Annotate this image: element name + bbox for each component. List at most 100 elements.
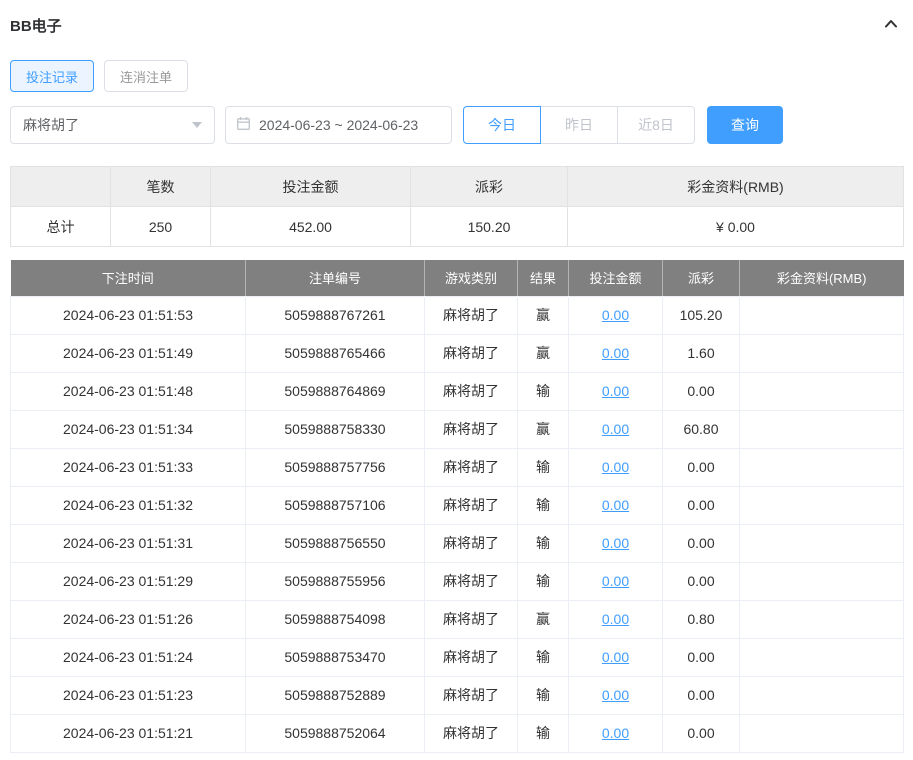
- table-row: 2024-06-23 01:51:34 5059888758330 麻将胡了 赢…: [10, 409, 904, 449]
- table-row: 2024-06-23 01:51:29 5059888755956 麻将胡了 输…: [10, 561, 904, 601]
- bet-table: 下注时间 注单编号 游戏类别 结果 投注金额 派彩 彩金资料(RMB) 2024…: [10, 260, 904, 753]
- game-type-cell: 麻将胡了: [424, 485, 518, 525]
- payout-cell: 0.00: [662, 447, 740, 487]
- summary-header-count: 笔数: [110, 166, 211, 207]
- bet-time-cell: 2024-06-23 01:51:31: [10, 523, 246, 563]
- bet-table-body: 2024-06-23 01:51:53 5059888767261 麻将胡了 赢…: [10, 295, 904, 753]
- bet-amount-link[interactable]: 0.00: [602, 649, 629, 665]
- result-cell: 输: [517, 371, 569, 411]
- payout-cell: 0.00: [662, 371, 740, 411]
- payout-cell: 105.20: [662, 295, 740, 335]
- bet-time-cell: 2024-06-23 01:51:34: [10, 409, 246, 449]
- panel-title: BB电子: [10, 17, 62, 35]
- header-order-number: 注单编号: [245, 260, 425, 296]
- yesterday-button[interactable]: 昨日: [540, 106, 618, 144]
- table-row: 2024-06-23 01:51:48 5059888764869 麻将胡了 输…: [10, 371, 904, 411]
- bet-amount-link[interactable]: 0.00: [602, 345, 629, 361]
- game-select[interactable]: 麻将胡了: [10, 106, 215, 144]
- game-type-cell: 麻将胡了: [424, 599, 518, 639]
- result-cell: 输: [517, 523, 569, 563]
- game-type-cell: 麻将胡了: [424, 333, 518, 373]
- order-number-cell: 5059888752889: [245, 675, 425, 715]
- result-cell: 输: [517, 675, 569, 715]
- summary-header-row: 笔数 投注金额 派彩 彩金资料(RMB): [10, 166, 904, 207]
- order-number-cell: 5059888758330: [245, 409, 425, 449]
- game-type-cell: 麻将胡了: [424, 409, 518, 449]
- table-row: 2024-06-23 01:51:31 5059888756550 麻将胡了 输…: [10, 523, 904, 563]
- header-bonus: 彩金资料(RMB): [739, 260, 904, 296]
- bet-amount-link[interactable]: 0.00: [602, 307, 629, 323]
- bet-amount-link[interactable]: 0.00: [602, 687, 629, 703]
- summary-header-bet: 投注金额: [210, 166, 411, 207]
- header-game-type: 游戏类别: [424, 260, 518, 296]
- result-cell: 赢: [517, 599, 569, 639]
- game-select-value: 麻将胡了: [23, 117, 79, 133]
- last-8-days-button[interactable]: 近8日: [617, 106, 695, 144]
- summary-count-value: 250: [110, 206, 211, 247]
- payout-cell: 0.00: [662, 675, 740, 715]
- bet-amount-link[interactable]: 0.00: [602, 421, 629, 437]
- bet-amount-cell: 0.00: [568, 523, 663, 563]
- game-type-cell: 麻将胡了: [424, 561, 518, 601]
- bet-amount-link[interactable]: 0.00: [602, 497, 629, 513]
- bet-amount-cell: 0.00: [568, 485, 663, 525]
- chevron-down-icon: [192, 122, 202, 128]
- game-type-cell: 麻将胡了: [424, 713, 518, 753]
- bet-table-header-row: 下注时间 注单编号 游戏类别 结果 投注金额 派彩 彩金资料(RMB): [10, 260, 904, 296]
- payout-cell: 0.80: [662, 599, 740, 639]
- order-number-cell: 5059888756550: [245, 523, 425, 563]
- game-type-cell: 麻将胡了: [424, 675, 518, 715]
- bet-records-panel: BB电子 投注记录 连消注单 麻将胡了 2024-06-23 ~ 2024-06…: [0, 0, 913, 753]
- bet-amount-link[interactable]: 0.00: [602, 383, 629, 399]
- header-payout: 派彩: [662, 260, 740, 296]
- bet-amount-link[interactable]: 0.00: [602, 535, 629, 551]
- panel-header: BB电子: [10, 0, 903, 50]
- bet-amount-cell: 0.00: [568, 599, 663, 639]
- summary-total-label: 总计: [10, 206, 111, 247]
- quick-date-group: 今日 昨日 近8日: [463, 106, 695, 144]
- tab-linked-orders[interactable]: 连消注单: [104, 60, 189, 92]
- bonus-cell: [739, 409, 904, 449]
- date-range-picker[interactable]: 2024-06-23 ~ 2024-06-23: [225, 106, 452, 144]
- calendar-icon: [236, 116, 251, 134]
- bonus-cell: [739, 599, 904, 639]
- header-result: 结果: [517, 260, 569, 296]
- bonus-cell: [739, 675, 904, 715]
- summary-total-row: 总计 250 452.00 150.20 ¥ 0.00: [10, 206, 904, 247]
- bet-amount-cell: 0.00: [568, 675, 663, 715]
- result-cell: 输: [517, 485, 569, 525]
- search-button[interactable]: 查询: [707, 106, 783, 144]
- result-cell: 赢: [517, 333, 569, 373]
- bet-time-cell: 2024-06-23 01:51:48: [10, 371, 246, 411]
- today-button[interactable]: 今日: [463, 106, 541, 144]
- order-number-cell: 5059888767261: [245, 295, 425, 335]
- table-row: 2024-06-23 01:51:23 5059888752889 麻将胡了 输…: [10, 675, 904, 715]
- table-row: 2024-06-23 01:51:53 5059888767261 麻将胡了 赢…: [10, 295, 904, 335]
- bet-time-cell: 2024-06-23 01:51:26: [10, 599, 246, 639]
- collapse-button[interactable]: [879, 13, 903, 37]
- filter-row: 麻将胡了 2024-06-23 ~ 2024-06-23 今日 昨日 近8日 查…: [10, 106, 903, 144]
- tab-bet-records[interactable]: 投注记录: [10, 60, 95, 92]
- date-range-value: 2024-06-23 ~ 2024-06-23: [259, 117, 419, 133]
- result-cell: 输: [517, 447, 569, 487]
- bonus-cell: [739, 523, 904, 563]
- order-number-cell: 5059888752064: [245, 713, 425, 753]
- bet-amount-link[interactable]: 0.00: [602, 725, 629, 741]
- header-bet-time: 下注时间: [10, 260, 246, 296]
- game-type-cell: 麻将胡了: [424, 447, 518, 487]
- bet-amount-cell: 0.00: [568, 637, 663, 677]
- summary-header-payout: 派彩: [410, 166, 568, 207]
- table-row: 2024-06-23 01:51:26 5059888754098 麻将胡了 赢…: [10, 599, 904, 639]
- game-type-cell: 麻将胡了: [424, 295, 518, 335]
- bet-time-cell: 2024-06-23 01:51:21: [10, 713, 246, 753]
- bet-amount-link[interactable]: 0.00: [602, 611, 629, 627]
- payout-cell: 0.00: [662, 485, 740, 525]
- bet-amount-link[interactable]: 0.00: [602, 573, 629, 589]
- summary-payout-value: 150.20: [410, 206, 568, 247]
- bet-amount-link[interactable]: 0.00: [602, 459, 629, 475]
- order-number-cell: 5059888753470: [245, 637, 425, 677]
- tab-bar: 投注记录 连消注单: [10, 60, 903, 92]
- bet-time-cell: 2024-06-23 01:51:32: [10, 485, 246, 525]
- bet-amount-cell: 0.00: [568, 371, 663, 411]
- payout-cell: 0.00: [662, 713, 740, 753]
